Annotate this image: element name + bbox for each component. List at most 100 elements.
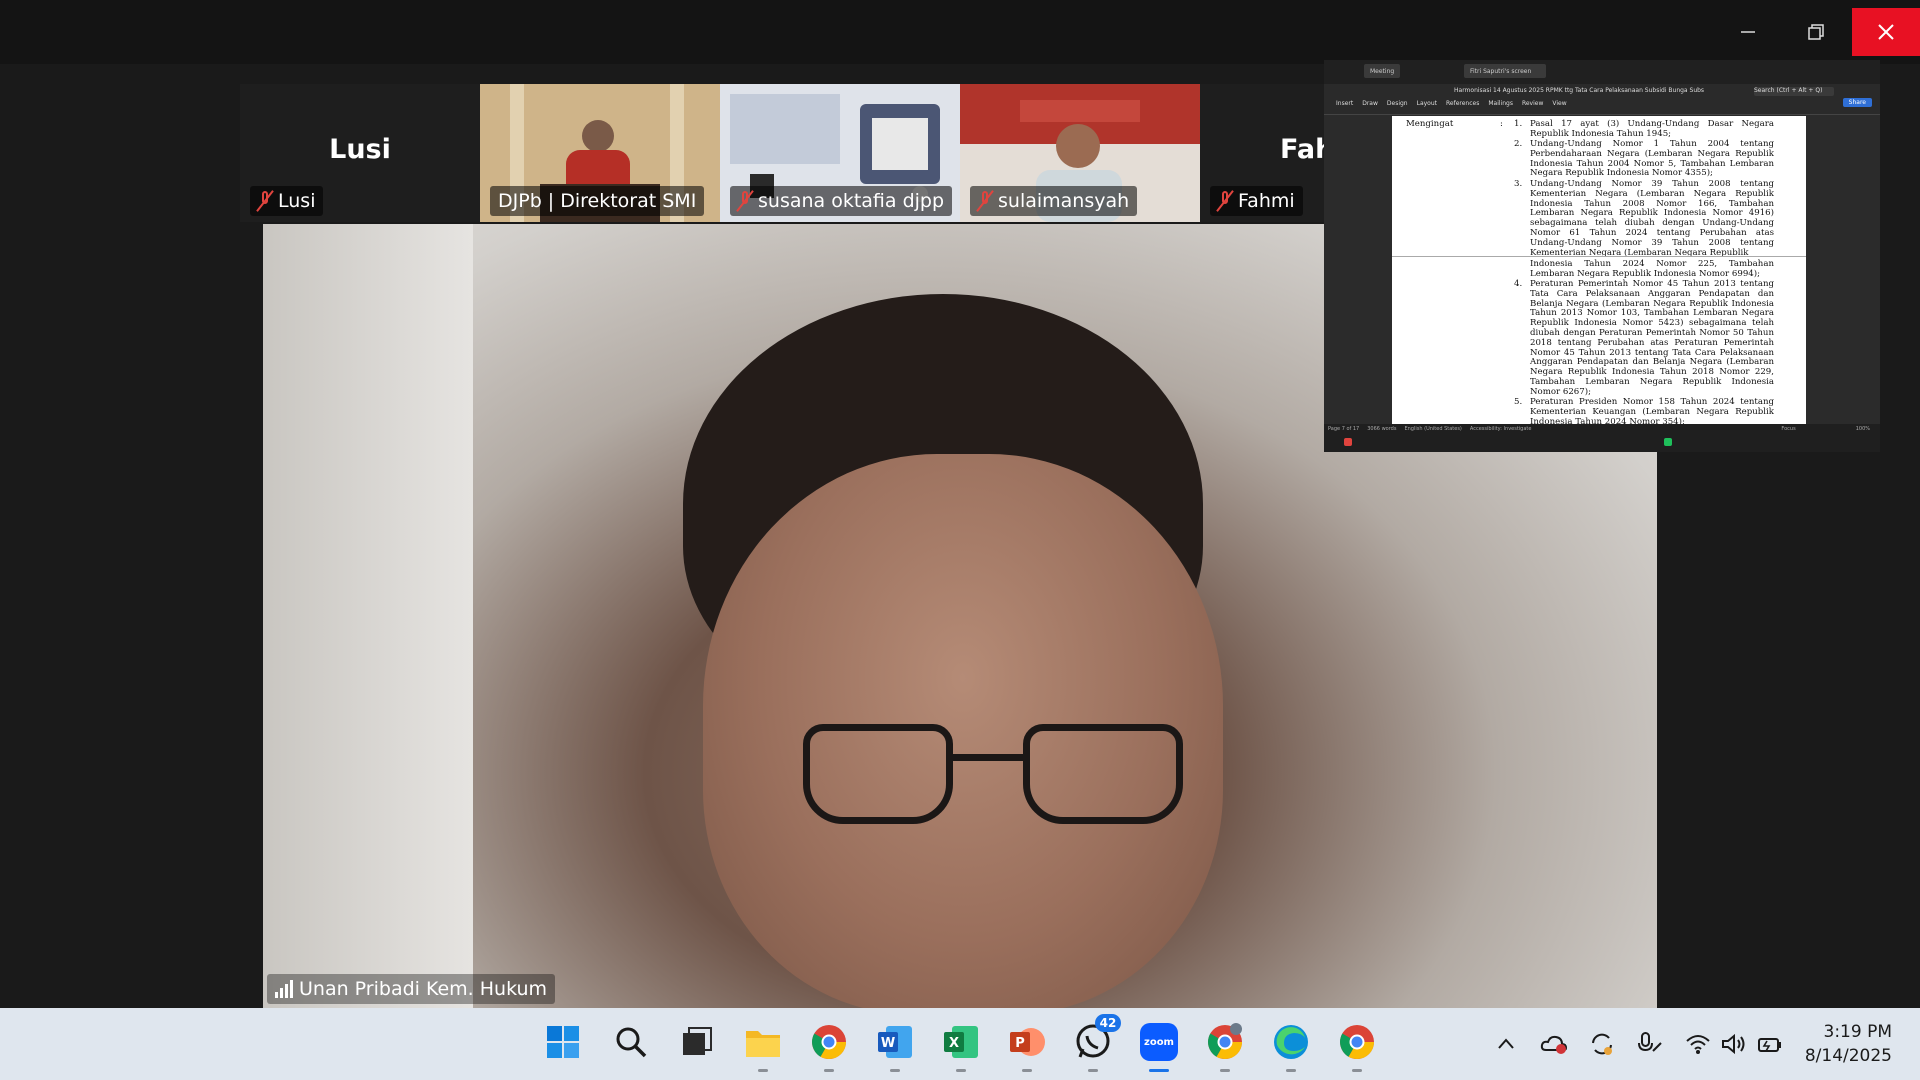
doc-continued-text: Indonesia Tahun 2024 Nomor 225, Tambahan… <box>1530 259 1774 279</box>
clock-time: 3:19 PM <box>1823 1022 1893 1042</box>
word-search-box[interactable]: Search (Ctrl + Alt + Q) <box>1754 87 1834 96</box>
microphone-in-use-icon <box>1638 1032 1662 1052</box>
shared-screen-window[interactable]: Meeting Fitri Saputri's screen Harmonisa… <box>1324 60 1880 452</box>
restore-button[interactable] <box>1782 8 1850 56</box>
page-break <box>1392 256 1806 257</box>
participant-initial-name: Fah <box>1280 134 1324 165</box>
participant-tile[interactable]: susana oktafia djpp <box>720 84 960 222</box>
ribbon-tab[interactable]: Draw <box>1362 100 1378 107</box>
taskbar-app-powerpoint[interactable]: P <box>1005 1020 1049 1072</box>
ribbon-tab[interactable]: View <box>1552 100 1566 107</box>
doc-item-number: 2. <box>1514 139 1523 149</box>
powerpoint-icon: P <box>1010 1028 1045 1056</box>
folder-icon <box>746 1031 780 1057</box>
minimize-button[interactable] <box>1714 8 1782 56</box>
word-ribbon: Harmonisasi 14 Agustus 2025 RPMK ttg Tat… <box>1324 84 1880 115</box>
running-indicator <box>1220 1069 1230 1072</box>
volume-tray-button[interactable] <box>1720 1030 1748 1058</box>
mic-muted-icon <box>258 190 272 212</box>
shared-tab-screen[interactable]: Fitri Saputri's screen <box>1464 64 1546 78</box>
taskbar-clock[interactable]: 3:19 PM 8/14/2025 <box>1805 1020 1892 1068</box>
participant-name-tag: susana oktafia djpp <box>730 186 953 216</box>
battery-tray-button[interactable] <box>1756 1030 1784 1058</box>
doc-item-number: 3. <box>1514 179 1523 189</box>
participant-name-tag: Fahmi <box>1210 186 1303 216</box>
taskbar-app-zoom[interactable]: zoom <box>1137 1020 1181 1072</box>
speaker-name: Unan Pribadi Kem. Hukum <box>299 978 548 1000</box>
onedrive-tray-button[interactable] <box>1540 1030 1568 1058</box>
status-zoom[interactable]: 100% <box>1856 426 1870 432</box>
svg-text:W: W <box>881 1036 895 1051</box>
notification-badge: 42 <box>1095 1014 1121 1032</box>
signal-strength-icon <box>275 980 293 998</box>
running-indicator <box>1088 1069 1098 1072</box>
search-button[interactable] <box>609 1020 653 1064</box>
doc-item-text: Pasal 17 ayat (3) Undang-Undang Dasar Ne… <box>1530 119 1774 139</box>
taskbar-app-whatsapp[interactable]: 42 <box>1071 1014 1121 1072</box>
word-share-button[interactable]: Share <box>1842 98 1872 107</box>
taskbar-app-excel[interactable]: X <box>939 1020 983 1072</box>
taskbar-app-chrome-profile-2[interactable] <box>1203 1020 1247 1072</box>
chevron-up-icon <box>1498 1038 1514 1049</box>
mic-muted-icon <box>978 190 992 212</box>
word-icon: W <box>878 1026 912 1058</box>
doc-item-text: Peraturan Pemerintah Nomor 45 Tahun 2013… <box>1530 279 1774 397</box>
glasses-left-lens <box>803 724 953 824</box>
taskbar-app-word[interactable]: W <box>873 1020 917 1072</box>
doc-item-number: 4. <box>1514 279 1523 289</box>
excel-icon: X <box>944 1026 978 1058</box>
status-language: English (United States) <box>1404 426 1462 432</box>
sync-icon <box>1592 1033 1612 1055</box>
task-view-icon <box>683 1027 712 1055</box>
taskbar-app-chrome[interactable] <box>807 1020 851 1072</box>
show-hidden-icons-button[interactable] <box>1492 1030 1520 1058</box>
ribbon-tab[interactable]: Insert <box>1336 100 1353 107</box>
shared-tab-meeting[interactable]: Meeting <box>1364 64 1401 78</box>
running-indicator <box>1352 1069 1362 1072</box>
task-view-button[interactable] <box>675 1020 719 1064</box>
zoom-icon-label: zoom <box>1144 1036 1174 1048</box>
sync-tray-button[interactable] <box>1588 1030 1616 1058</box>
zoom-icon: zoom <box>1140 1023 1178 1061</box>
status-words: 3066 words <box>1367 426 1397 432</box>
mic-muted-icon <box>1218 190 1232 212</box>
clock-date: 8/14/2025 <box>1804 1046 1892 1066</box>
running-indicator <box>758 1069 768 1072</box>
start-button[interactable] <box>541 1020 585 1064</box>
running-indicator <box>1286 1069 1296 1072</box>
participant-tile[interactable]: Lusi Lusi <box>240 84 480 222</box>
zoom-title-bar <box>0 0 1920 64</box>
doc-item-number: 5. <box>1514 397 1523 407</box>
wifi-icon <box>1686 1035 1710 1054</box>
taskbar-app-edge[interactable] <box>1269 1020 1313 1072</box>
status-page: Page 7 of 17 <box>1328 426 1360 432</box>
background-wall <box>263 224 473 1008</box>
status-accessibility: Accessibility: Investigate <box>1469 426 1532 432</box>
mic-muted-icon <box>738 190 752 212</box>
participant-tile[interactable]: sulaimansyah <box>960 84 1200 222</box>
close-button[interactable] <box>1852 8 1920 56</box>
ribbon-tab[interactable]: Design <box>1387 100 1408 107</box>
taskbar-app-file-explorer[interactable] <box>741 1020 785 1072</box>
participant-name: susana oktafia djpp <box>758 190 945 212</box>
chrome-icon <box>1208 1023 1242 1059</box>
doc-item-number: 1. <box>1514 119 1523 129</box>
microphone-tray-button[interactable] <box>1636 1030 1664 1058</box>
taskbar-app-chrome-profile-3[interactable] <box>1335 1020 1379 1072</box>
search-icon <box>616 1027 647 1058</box>
participant-tile[interactable]: DJPb | Direktorat SMI <box>480 84 720 222</box>
ribbon-tab[interactable]: Review <box>1522 100 1543 107</box>
ribbon-tab[interactable]: Mailings <box>1488 100 1513 107</box>
status-focus[interactable]: Focus <box>1781 426 1795 432</box>
close-icon <box>1878 24 1894 40</box>
document-page: Mengingat : 1. Pasal 17 ayat (3) Undang-… <box>1392 116 1806 424</box>
volume-icon <box>1722 1033 1745 1055</box>
status-right: Focus 100% <box>1781 426 1870 432</box>
ribbon-tab[interactable]: Layout <box>1417 100 1437 107</box>
svg-text:X: X <box>949 1036 959 1051</box>
chrome-icon <box>812 1025 846 1059</box>
wifi-tray-button[interactable] <box>1684 1030 1712 1058</box>
participant-tile[interactable]: Fah Fahmi <box>1200 84 1324 222</box>
status-left: Page 7 of 17 3066 words English (United … <box>1328 426 1531 432</box>
ribbon-tab[interactable]: References <box>1446 100 1479 107</box>
